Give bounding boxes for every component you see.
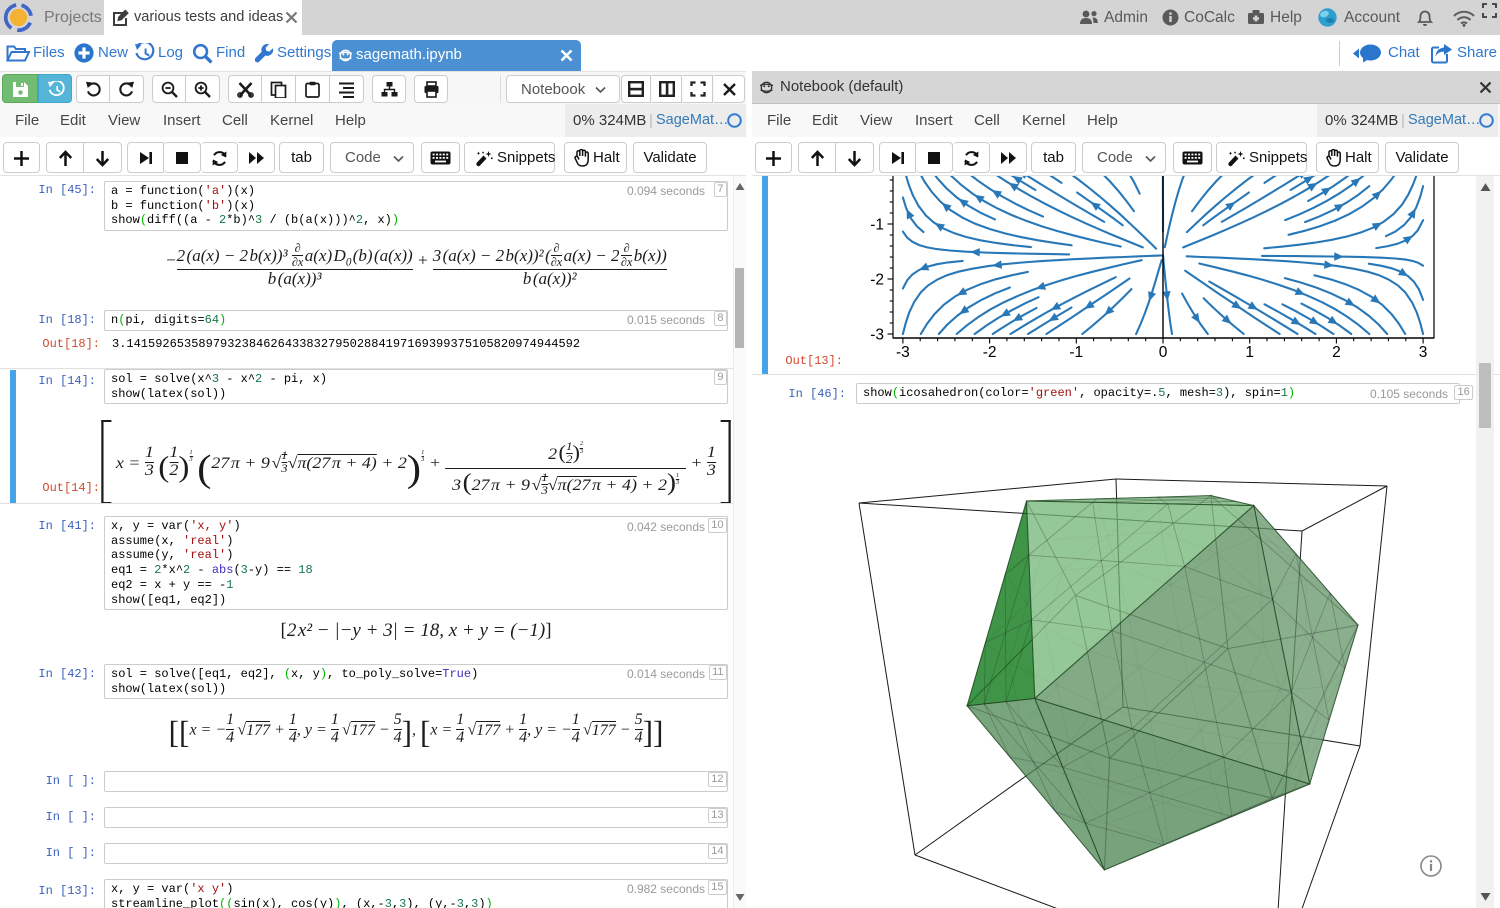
svg-text:-1: -1 xyxy=(1069,344,1083,361)
svg-text:3: 3 xyxy=(1419,344,1428,361)
svg-text:-3: -3 xyxy=(870,327,884,344)
svg-text:0: 0 xyxy=(1159,344,1168,361)
svg-text:-3: -3 xyxy=(896,344,910,361)
svg-text:-2: -2 xyxy=(870,272,884,289)
svg-text:-2: -2 xyxy=(983,344,997,361)
svg-text:1: 1 xyxy=(1245,344,1254,361)
svg-text:-1: -1 xyxy=(870,217,884,234)
svg-text:2: 2 xyxy=(1332,344,1341,361)
